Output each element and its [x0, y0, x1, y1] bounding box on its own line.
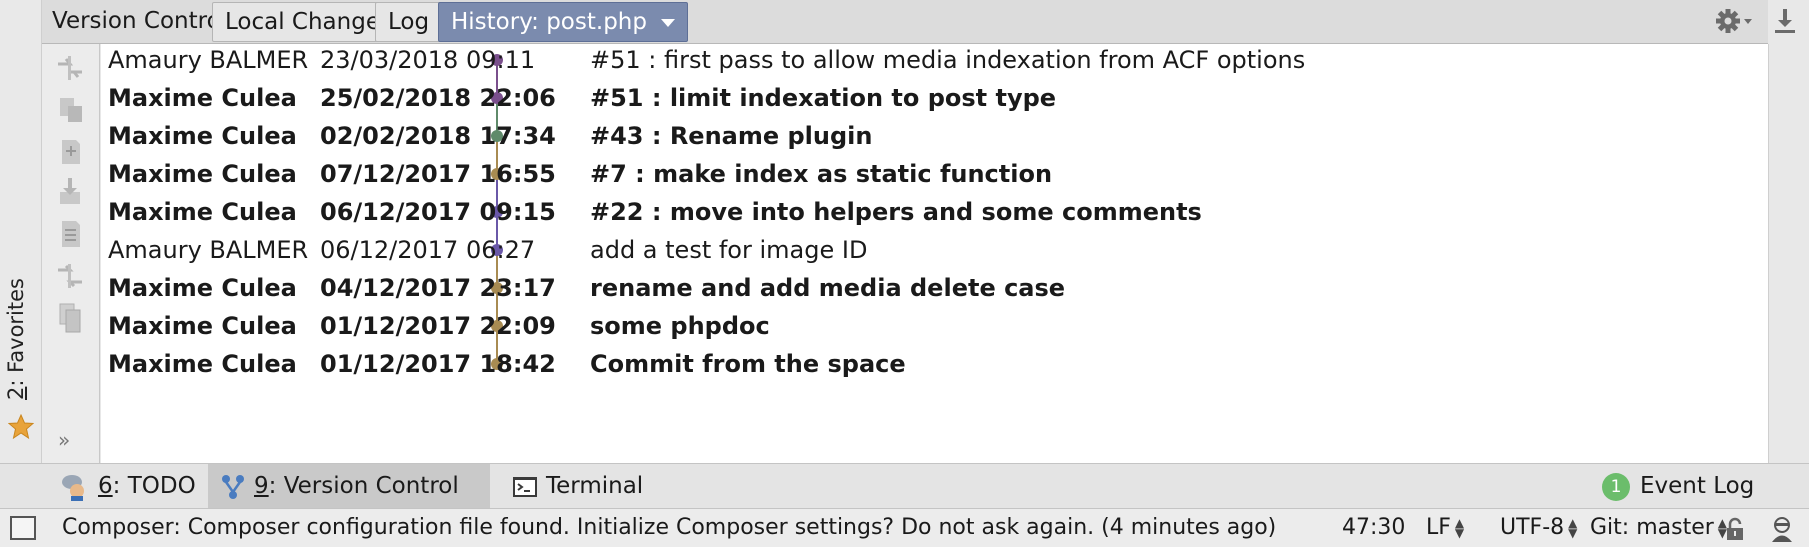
tab-history-label: History: post.php: [451, 9, 647, 35]
table-row[interactable]: Maxime Culea 01/12/2017 18:42 Commit fro…: [101, 342, 1768, 386]
lock-icon[interactable]: [1724, 517, 1746, 541]
updown-icon: ▲ ▼: [1454, 516, 1465, 540]
encoding-value: UTF-8: [1500, 515, 1565, 540]
favorites-label: : Favorites: [4, 278, 28, 387]
get-revision-icon[interactable]: [52, 174, 88, 210]
todo-icon: [62, 474, 84, 501]
terminal-icon: [513, 476, 537, 497]
event-count-badge: 1: [1602, 472, 1630, 501]
tool-windows-toggle-icon[interactable]: [10, 516, 36, 540]
git-branch-selector[interactable]: Git: master ▲ ▼: [1590, 509, 1727, 547]
favorites-tool-button[interactable]: 2: Favorites: [4, 278, 28, 400]
encoding-selector[interactable]: UTF-8 ▲ ▼: [1500, 509, 1577, 547]
commit-history-list: Amaury BALMER 23/03/2018 09:11 #51 : fir…: [101, 44, 1768, 463]
inspector-icon[interactable]: [1768, 515, 1796, 543]
annotate-icon[interactable]: [52, 216, 88, 252]
branch-icon: [222, 474, 244, 499]
more-actions-icon[interactable]: »: [58, 428, 70, 452]
gear-icon[interactable]: [1714, 6, 1756, 36]
todo-label: : TODO: [112, 473, 196, 499]
event-log-tool-button[interactable]: 1 Event Log: [1590, 464, 1768, 508]
commit-author: Maxime Culea: [108, 350, 297, 378]
status-message[interactable]: Composer: Composer configuration file fo…: [62, 509, 1276, 547]
terminal-tool-button[interactable]: Terminal: [500, 464, 657, 508]
line-separator-value: LF: [1426, 515, 1451, 540]
compare-branches-icon[interactable]: [52, 258, 88, 294]
tab-log[interactable]: Log: [375, 2, 443, 42]
right-edge-panel: [1768, 44, 1809, 463]
event-log-label: Event Log: [1640, 473, 1755, 499]
download-icon[interactable]: [1770, 6, 1800, 36]
caret-position[interactable]: 47:30: [1342, 509, 1405, 547]
updown-icon: ▲ ▼: [1568, 516, 1578, 540]
tool-window-bar: 6: TODO 9: Version Control Terminal 1 Eve…: [0, 463, 1809, 509]
copy-revision-icon[interactable]: [52, 300, 88, 336]
commit-message: Commit from the space: [590, 350, 906, 378]
todo-tool-button[interactable]: 6: TODO: [48, 464, 210, 508]
ide-window: 2: Favorites Version Control: Local Chan…: [0, 0, 1809, 547]
commit-date: 01/12/2017 18:42: [320, 350, 556, 378]
compare-with-local-icon[interactable]: [52, 92, 88, 128]
history-side-toolbar: »: [42, 44, 100, 463]
git-branch-value: Git: master: [1590, 515, 1714, 540]
status-bar: Composer: Composer configuration file fo…: [0, 509, 1809, 547]
line-separator-selector[interactable]: LF ▲ ▼: [1426, 509, 1464, 547]
star-icon[interactable]: [8, 414, 34, 440]
version-control-tool-button[interactable]: 9: Version Control: [208, 464, 490, 508]
vc-label: : Version Control: [268, 473, 459, 499]
compare-icon[interactable]: [52, 50, 88, 86]
create-patch-icon[interactable]: [52, 134, 88, 170]
vc-number: 9: [254, 473, 269, 499]
chevron-down-icon: [660, 18, 675, 27]
favorites-number: 2: [4, 386, 28, 400]
tab-history-post-php[interactable]: History: post.php: [438, 2, 688, 42]
favorites-strip: 2: Favorites: [0, 0, 42, 463]
todo-number: 6: [98, 473, 113, 499]
terminal-label: Terminal: [546, 473, 644, 499]
